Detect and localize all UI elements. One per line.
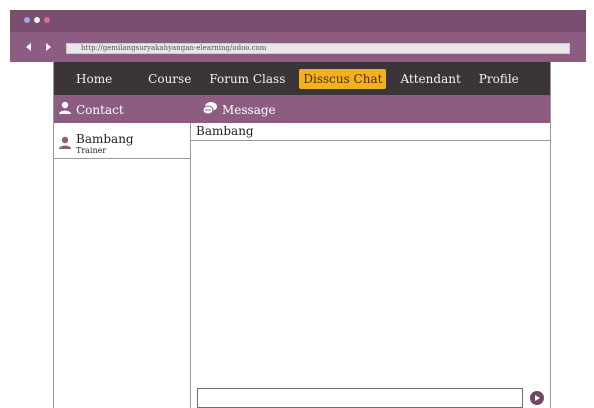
window-dot-pink[interactable] [44, 17, 50, 23]
menu-item-course[interactable]: Course [144, 69, 195, 89]
message-header-label: Message [222, 103, 276, 117]
user-icon [58, 101, 72, 118]
contact-list: Bambang Trainer [54, 123, 191, 408]
main-menu: Home Course Forum Class Disscus Chat Att… [54, 62, 550, 95]
menu-item-forum-class[interactable]: Forum Class [205, 69, 289, 89]
contact-header: Contact [58, 101, 124, 118]
contact-header-label: Contact [76, 102, 124, 117]
person-icon [58, 135, 72, 154]
menu-item-attendant[interactable]: Attendant [396, 69, 464, 89]
message-input[interactable] [197, 388, 523, 408]
page-frame: Home Course Forum Class Disscus Chat Att… [53, 62, 551, 408]
menu-item-discuss-chat[interactable]: Disscus Chat [299, 68, 387, 89]
browser-titlebar [10, 10, 586, 32]
contact-item[interactable]: Bambang Trainer [54, 123, 190, 159]
send-button[interactable] [530, 391, 544, 405]
back-arrow-icon[interactable] [26, 43, 31, 51]
message-header: Message [202, 101, 276, 119]
chat-bubble-icon [202, 101, 218, 119]
window-controls [24, 17, 50, 23]
chat-panel: Bambang [191, 123, 550, 408]
browser-navbar: http://gemilangsuryakahyangan-elearning/… [10, 32, 586, 62]
contact-name: Bambang [76, 132, 134, 146]
window-dot-blue[interactable] [24, 17, 30, 23]
contact-role: Trainer [76, 146, 107, 155]
window-dot-white[interactable] [34, 17, 40, 23]
address-bar[interactable]: http://gemilangsuryakahyangan-elearning/… [66, 43, 570, 54]
chat-recipient: Bambang [191, 123, 550, 141]
forward-arrow-icon[interactable] [46, 43, 51, 51]
section-header-bar: Contact Message [54, 95, 550, 123]
menu-item-home[interactable]: Home [72, 69, 116, 89]
menu-item-profile[interactable]: Profile [475, 69, 523, 89]
